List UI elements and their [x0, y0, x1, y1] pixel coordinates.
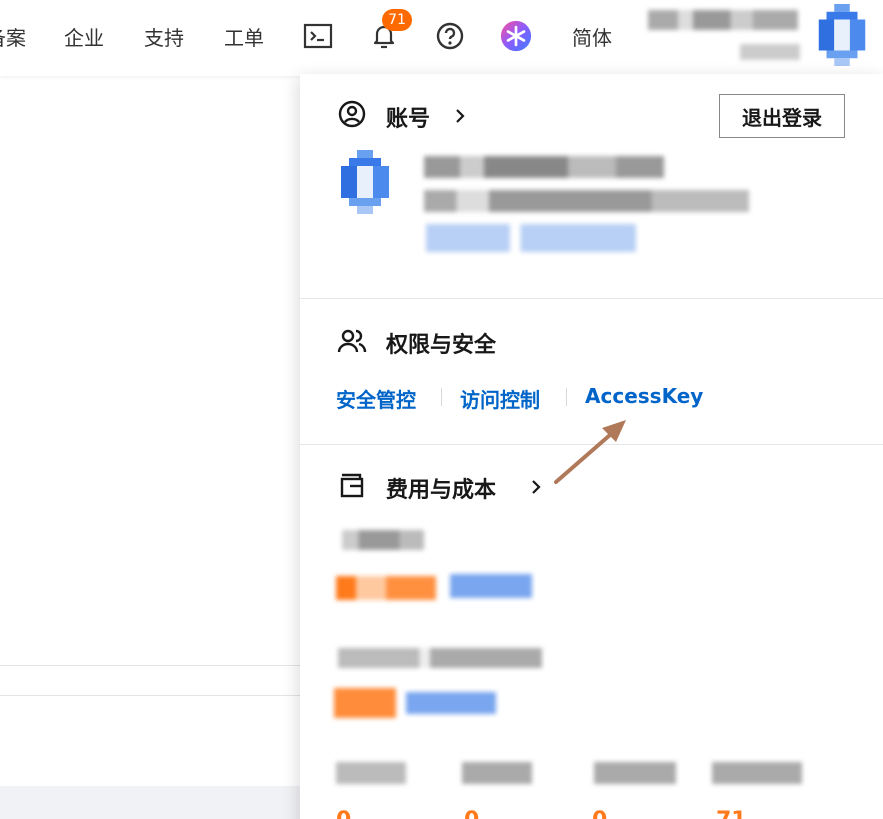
section-divider	[300, 298, 883, 299]
blurred-username-sub	[740, 44, 800, 60]
blurred-stat-label-1	[336, 762, 406, 784]
nav-item-enterprise[interactable]: 企业	[64, 22, 104, 51]
user-circle-icon	[338, 100, 366, 128]
blurred-stat-label-4	[712, 762, 802, 784]
blurred-account-id	[424, 190, 749, 212]
blurred-coupon-label	[338, 648, 542, 668]
nav-item-ticket[interactable]: 工单	[224, 22, 264, 51]
link-access-control[interactable]: 访问控制	[460, 384, 540, 413]
wallet-icon	[340, 473, 364, 498]
stat-value-2[interactable]: 0	[464, 808, 479, 819]
ai-assistant-icon[interactable]	[500, 18, 532, 54]
blurred-username[interactable]	[648, 10, 798, 30]
blurred-balance-value	[336, 576, 436, 600]
link-separator	[566, 388, 567, 406]
users-icon	[337, 329, 367, 353]
background-divider	[0, 695, 300, 696]
background-divider	[0, 665, 300, 666]
stat-value-4[interactable]: 71	[716, 808, 747, 819]
blurred-stat-label-2	[462, 762, 532, 784]
blurred-coupon-value	[334, 688, 396, 718]
stat-value-3[interactable]: 0	[592, 808, 607, 819]
terminal-icon[interactable]	[302, 18, 334, 54]
link-security-control[interactable]: 安全管控	[336, 384, 416, 413]
logout-button[interactable]: 退出登录	[719, 94, 845, 138]
blurred-stat-label-3	[594, 762, 676, 784]
help-icon[interactable]	[434, 18, 466, 54]
blurred-account-tags[interactable]	[426, 224, 636, 252]
stat-value-1[interactable]: 0	[336, 808, 351, 819]
account-title[interactable]: 账号	[386, 101, 430, 133]
blurred-account-name	[424, 156, 664, 178]
notification-badge: 71	[382, 9, 412, 31]
security-title: 权限与安全	[386, 333, 497, 358]
blurred-balance-label	[342, 530, 424, 550]
nav-item-support[interactable]: 支持	[144, 22, 184, 51]
billing-title[interactable]: 费用与成本	[386, 472, 496, 504]
account-avatar	[341, 150, 389, 214]
language-switch[interactable]: 简体	[572, 22, 612, 51]
blurred-recharge-link[interactable]	[450, 574, 532, 598]
link-accesskey[interactable]: AccessKey	[585, 384, 703, 408]
chevron-right-icon[interactable]	[450, 106, 470, 126]
nav-item-filing[interactable]: 备案	[0, 22, 26, 51]
avatar[interactable]	[810, 4, 874, 66]
link-separator	[441, 388, 442, 406]
top-navigation-bar: 备案 企业 支持 工单 71	[0, 0, 883, 76]
background-footer-strip	[0, 786, 300, 819]
blurred-coupon-link[interactable]	[406, 692, 496, 714]
annotation-arrow	[554, 420, 626, 484]
